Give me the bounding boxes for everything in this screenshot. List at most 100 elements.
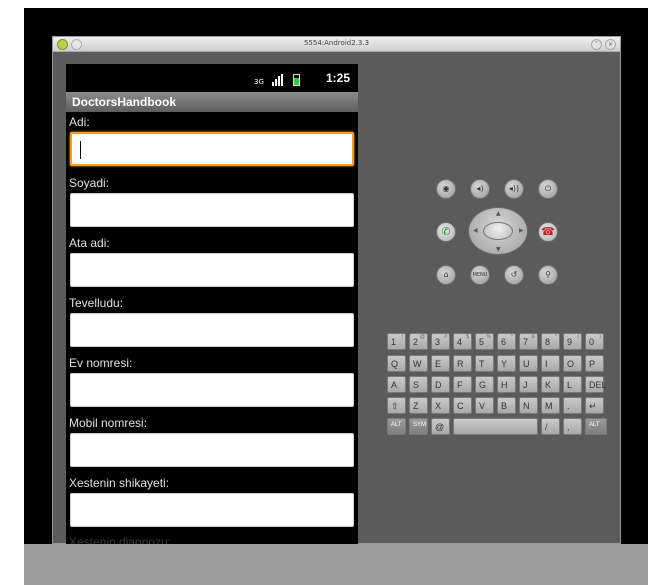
key-1-8[interactable]: O (563, 355, 582, 372)
dpad[interactable]: ▲ ▼ ◀ ▶ (468, 207, 528, 255)
key-1-4[interactable]: T (475, 355, 494, 372)
key-0-8-sublabel: ( (577, 334, 579, 340)
label-tevelludu: Tevelludu: (69, 296, 124, 310)
key-sym[interactable]: SYM (409, 418, 428, 435)
dpad-center[interactable] (483, 222, 513, 240)
key-2-1[interactable]: S (409, 376, 428, 393)
key-0-1[interactable]: 2 @ (409, 333, 428, 350)
key-1-1[interactable]: W (409, 355, 428, 372)
input-xestenin-shikayeti[interactable] (70, 493, 354, 527)
key-2-9-label: DEL (589, 380, 607, 390)
key-0-0-sublabel: ! (401, 334, 403, 340)
dpad-right-icon[interactable]: ▶ (519, 227, 524, 234)
key-2-5-label: H (501, 380, 508, 390)
dpad-up-icon[interactable]: ▲ (496, 210, 501, 217)
key-1-7[interactable]: I (541, 355, 560, 372)
input-ev-nomresi[interactable] (70, 373, 354, 407)
key-2-9[interactable]: DEL (585, 376, 607, 393)
key-1-7-label: I (545, 359, 548, 369)
text-cursor (80, 141, 81, 159)
window-titlebar[interactable]: 5554:Android2.3.3 ˅ × (53, 37, 620, 52)
key-0-2[interactable]: 3 # (431, 333, 450, 350)
key-3-3[interactable]: C (453, 397, 472, 414)
key-3-4[interactable]: V (475, 397, 494, 414)
key-3-5[interactable]: B (497, 397, 516, 414)
key-2-6[interactable]: J (519, 376, 538, 393)
key-space[interactable] (453, 418, 538, 435)
input-tevelludu[interactable] (70, 313, 354, 347)
home-icon[interactable]: ⌂ (436, 265, 456, 285)
key-2-8[interactable]: L (563, 376, 582, 393)
key-1-8-label: O (567, 359, 575, 369)
key-0-7[interactable]: 8 * (541, 333, 560, 350)
key-3-0[interactable]: ⇧ (387, 397, 406, 414)
input-soyadi[interactable] (70, 193, 354, 227)
key-0-0[interactable]: 1! (387, 333, 406, 350)
input-adi[interactable] (70, 132, 354, 166)
key-0-4[interactable]: 5% (475, 333, 494, 350)
key-3-8[interactable]: . (563, 397, 582, 414)
key-1-0[interactable]: Q (387, 355, 406, 372)
key-3-1[interactable]: Z (409, 397, 428, 414)
key-1-9-label: P (589, 359, 596, 369)
key-sym-label: SYM (413, 422, 427, 428)
key-0-5[interactable]: 6 ^ (497, 333, 516, 350)
key-0-9[interactable]: 0) (585, 333, 604, 350)
key-1-4-label: T (479, 359, 485, 369)
key-2-1-label: S (413, 380, 420, 390)
volume-down-icon[interactable]: ◂) (470, 179, 490, 199)
dpad-down-icon[interactable]: ▼ (496, 246, 501, 253)
minimize-icon[interactable]: ˅ (591, 39, 602, 50)
dpad-left-icon[interactable]: ◀ (473, 227, 478, 234)
key-at[interactable]: @ (431, 418, 450, 435)
key-2-3[interactable]: F (453, 376, 472, 393)
key-3-6[interactable]: N (519, 397, 538, 414)
key-alt-right[interactable]: ALT (585, 418, 607, 435)
key-0-8[interactable]: 9( (563, 333, 582, 350)
key-alt-left[interactable]: ALT (387, 418, 406, 435)
bottom-strip (24, 544, 648, 585)
key-2-5[interactable]: H (497, 376, 516, 393)
key-1-3-label: R (457, 359, 464, 369)
key-0-6[interactable]: 7 & (519, 333, 538, 350)
key-2-2[interactable]: D (431, 376, 450, 393)
hangup-icon[interactable]: ☎ (538, 222, 558, 242)
key-0-2-sublabel: # (444, 334, 447, 340)
key-slash-label: / (545, 422, 548, 432)
key-1-9[interactable]: P (585, 355, 604, 372)
input-mobil-nomresi[interactable] (70, 433, 354, 467)
key-1-5[interactable]: Y (497, 355, 516, 372)
key-3-7[interactable]: M (541, 397, 560, 414)
key-1-3[interactable]: R (453, 355, 472, 372)
key-3-3-label: C (457, 401, 464, 411)
key-0-6-label: 7 (523, 337, 529, 347)
menu-button[interactable]: MENU (470, 265, 490, 285)
key-2-4-label: G (479, 380, 487, 390)
volume-up-icon[interactable]: ◂)) (504, 179, 524, 199)
key-at-label: @ (435, 422, 445, 432)
power-icon[interactable]: ⏻ (538, 179, 558, 199)
key-1-2[interactable]: E (431, 355, 450, 372)
key-0-0-label: 1 (391, 337, 397, 347)
close-icon[interactable]: × (605, 39, 616, 50)
key-3-5-label: B (501, 401, 508, 411)
key-0-1-label: 2 (413, 337, 419, 347)
camera-icon[interactable]: ◉ (436, 179, 456, 199)
key-1-6[interactable]: U (519, 355, 538, 372)
key-3-2[interactable]: X (431, 397, 450, 414)
label-soyadi: Soyadi: (69, 176, 110, 190)
key-3-6-label: N (523, 401, 530, 411)
key-2-7-label: K (545, 380, 552, 390)
key-3-9-label: ↵ (589, 401, 597, 411)
key-2-0[interactable]: A (387, 376, 406, 393)
key-comma[interactable]: , (563, 418, 582, 435)
key-3-9[interactable]: ↵ (585, 397, 604, 414)
back-icon[interactable]: ↺ (504, 265, 524, 285)
key-0-3[interactable]: 4 $ (453, 333, 472, 350)
key-slash[interactable]: / (541, 418, 560, 435)
call-icon[interactable]: ✆ (436, 222, 456, 242)
search-icon[interactable]: ⚲ (538, 265, 558, 285)
input-ata-adi[interactable] (70, 253, 354, 287)
key-2-4[interactable]: G (475, 376, 494, 393)
key-2-7[interactable]: K (541, 376, 560, 393)
